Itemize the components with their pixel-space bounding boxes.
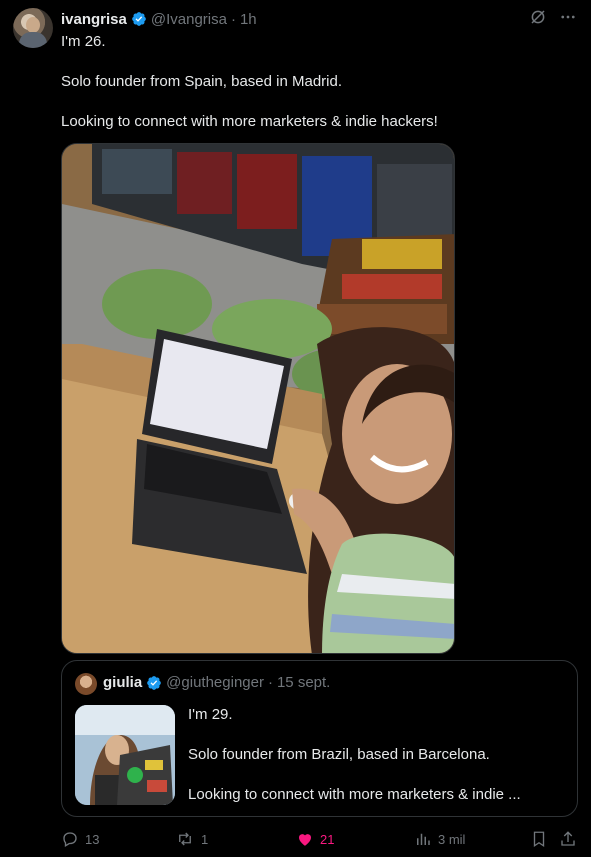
quoted-header: giulia @giutheginger · 15 sept. — [103, 674, 330, 691]
author-name[interactable]: ivangrisa — [61, 11, 127, 28]
share-icon — [561, 831, 575, 846]
tweet-text-line: Solo founder from Spain, based in Madrid… — [61, 73, 342, 90]
repost-button[interactable]: 1 — [175, 829, 208, 849]
grok-icon[interactable] — [529, 8, 547, 26]
photo-illustration — [62, 144, 454, 653]
timestamp[interactable]: 1h — [240, 11, 257, 28]
reply-button[interactable]: 13 — [61, 829, 99, 849]
tweet-photo[interactable] — [61, 143, 455, 654]
quoted-author-handle[interactable]: @giutheginger — [166, 674, 264, 691]
thumbnail-illustration — [75, 705, 175, 805]
reply-count: 13 — [85, 831, 100, 847]
repost-count: 1 — [201, 831, 209, 847]
tweet-text-line: Looking to connect with more marketers &… — [61, 113, 438, 130]
more-icon[interactable] — [559, 8, 577, 26]
views-count: 3 mil — [438, 831, 466, 847]
quoted-tweet[interactable]: giulia @giutheginger · 15 sept. I'm 29. … — [61, 660, 578, 817]
quoted-text-line: Looking to connect with more marketers &… — [188, 786, 521, 803]
separator-dot: · — [230, 10, 236, 28]
quoted-avatar[interactable] — [75, 673, 97, 695]
reply-icon — [63, 832, 77, 847]
quoted-author-name[interactable]: giulia — [103, 674, 142, 691]
like-count: 21 — [320, 831, 335, 847]
share-button[interactable] — [559, 829, 577, 849]
quoted-text-line: I'm 29. — [188, 706, 233, 723]
author-handle[interactable]: @Ivangrisa — [151, 11, 227, 28]
avatar-shirt — [19, 32, 47, 48]
views-button[interactable]: 3 mil — [414, 829, 465, 849]
like-button[interactable]: 21 — [296, 829, 334, 849]
views-icon — [417, 833, 430, 845]
tweet-text-line: I'm 26. — [61, 33, 106, 50]
verified-badge-icon — [132, 12, 146, 26]
quoted-text-line: Solo founder from Brazil, based in Barce… — [188, 746, 490, 763]
author-avatar[interactable] — [13, 8, 53, 48]
heart-icon — [299, 834, 311, 846]
quoted-thumbnail[interactable] — [75, 705, 175, 805]
repost-icon — [179, 832, 191, 846]
action-bar: 13 1 21 3 mil — [61, 829, 581, 851]
top-actions — [529, 8, 577, 26]
separator-dot: · — [267, 674, 273, 691]
avatar-face — [26, 17, 40, 33]
verified-badge-icon — [147, 675, 162, 690]
tweet-header: ivangrisa @Ivangrisa · 1h — [61, 9, 257, 29]
quoted-date[interactable]: 15 sept. — [277, 674, 330, 691]
bookmark-button[interactable] — [530, 829, 548, 849]
bookmark-icon — [533, 831, 545, 848]
